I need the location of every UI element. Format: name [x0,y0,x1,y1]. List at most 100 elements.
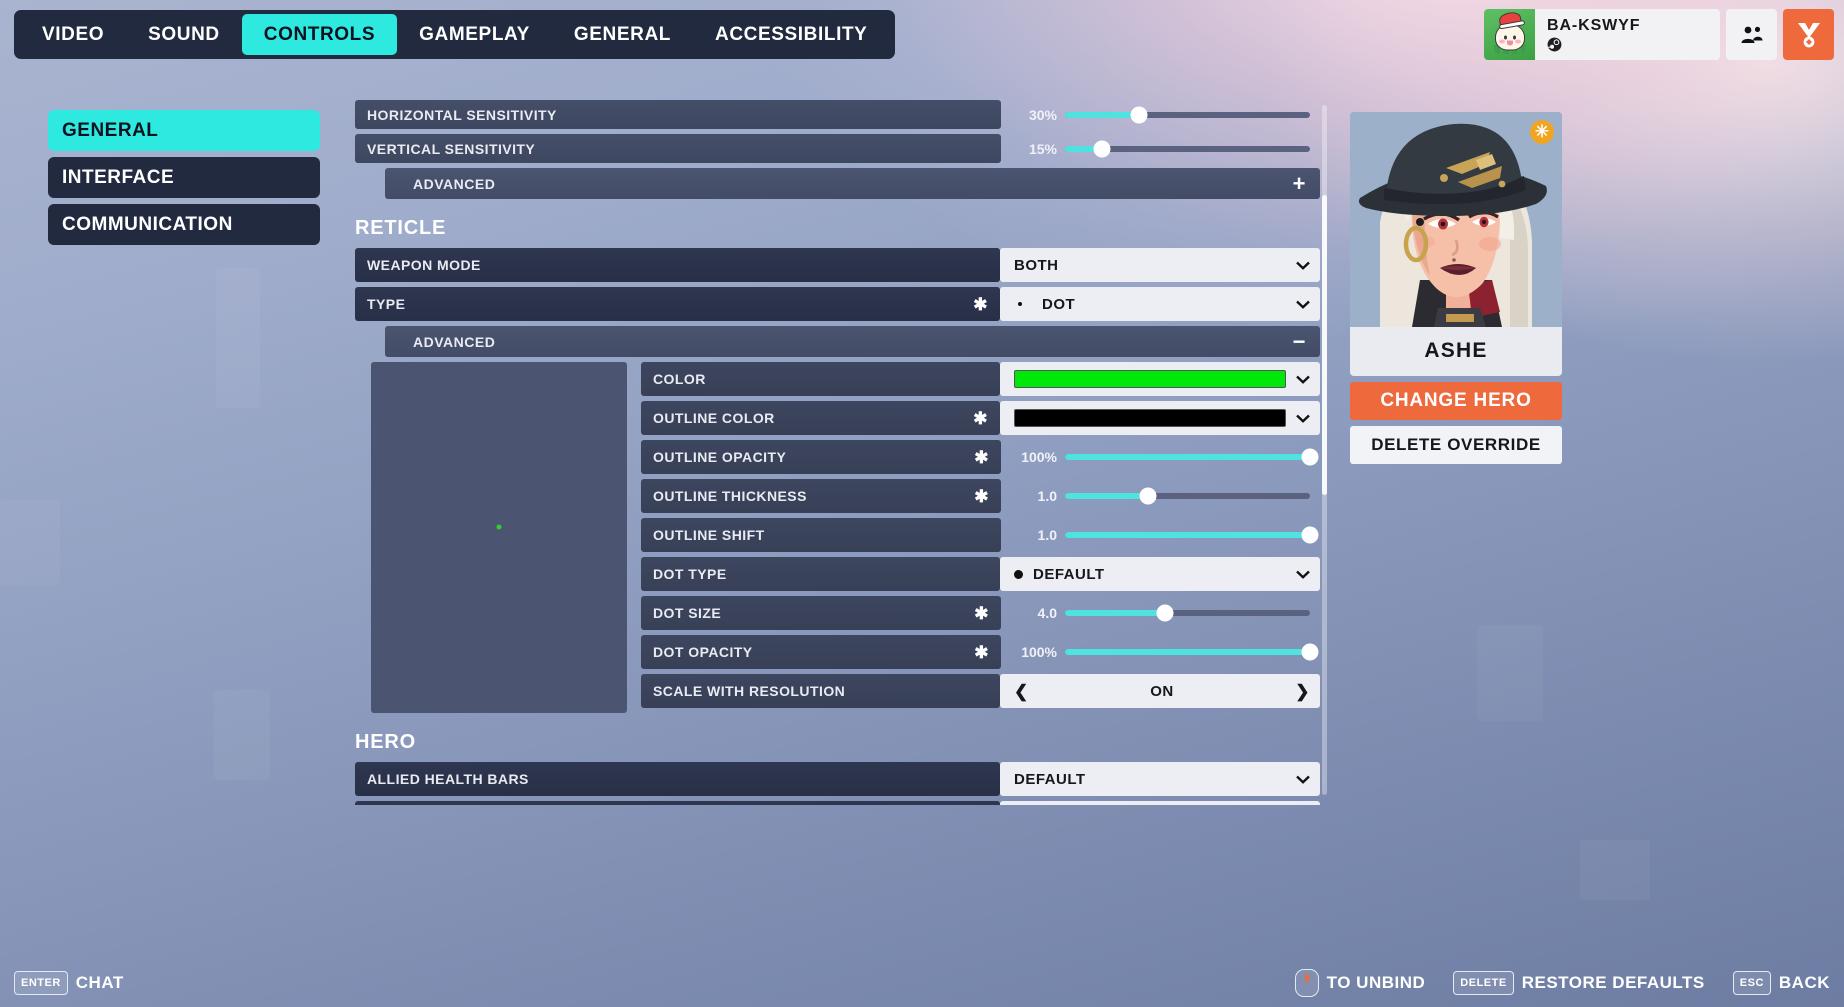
hint-restore-defaults[interactable]: DELETE RESTORE DEFAULTS [1453,971,1704,995]
settings-scroll-area[interactable]: HORIZONTAL SENSITIVITY 30% VERTICAL SENS… [355,100,1320,805]
stepper-prev-button[interactable]: ❮ [1014,683,1029,700]
reticle-preview-dot [496,524,502,530]
chevron-down-icon [1296,414,1310,423]
slider-outline-shift[interactable] [1065,518,1320,552]
slider-dot-opacity[interactable] [1065,635,1320,669]
scrollbar-thumb[interactable] [1322,195,1327,495]
row-label: SHOW FRIENDLY OUTLINES [355,801,1000,805]
setting-label: WEAPON MODE [367,257,481,273]
row-label: COLOR [641,362,1000,396]
color-swatch [1014,370,1286,388]
row-label: DOT SIZE ✱ [641,596,1001,630]
tab-accessibility[interactable]: ACCESSIBILITY [693,14,889,55]
scrollbar-track[interactable] [1322,105,1327,795]
reticle-advanced-body: COLOR OUTLINE COLOR ✱ OUTLINE OPACITY ✱ … [371,362,1320,713]
settings-scrollbar[interactable] [1322,105,1327,795]
dropdown-color[interactable] [1000,362,1320,396]
setting-label: OUTLINE THICKNESS [653,488,807,504]
accordion-sensitivity-advanced[interactable]: ADVANCED + [385,168,1320,199]
setting-value: 100% [1021,449,1057,465]
setting-row-reticle-type[interactable]: TYPE ✱ DOT [355,287,1320,321]
dropdown-weapon-mode[interactable]: BOTH [1000,248,1320,282]
key-enter: ENTER [14,971,68,995]
dropdown-value: DEFAULT [1014,770,1086,788]
setting-row-outline-color[interactable]: OUTLINE COLOR ✱ [641,401,1320,435]
change-hero-button[interactable]: CHANGE HERO [1350,382,1562,420]
setting-label: OUTLINE OPACITY [653,449,787,465]
hero-card[interactable]: ✳ ASHE [1350,112,1562,376]
slider-outline-opacity[interactable] [1065,440,1320,474]
setting-row-outline-shift[interactable]: OUTLINE SHIFT 1.0 [641,518,1320,552]
setting-value: 30% [1028,106,1057,123]
setting-label: SCALE WITH RESOLUTION [653,683,846,699]
setting-row-dot-size[interactable]: DOT SIZE ✱ 4.0 [641,596,1320,630]
row-label: SCALE WITH RESOLUTION [641,674,1000,708]
setting-label: DOT TYPE [653,566,727,582]
expand-icon: + [1292,170,1306,196]
dropdown-reticle-type[interactable]: DOT [1000,287,1320,321]
slider-horizontal-sensitivity[interactable] [1065,100,1320,129]
stepper-scale-with-resolution[interactable]: ❮ ON ❯ [1000,674,1320,708]
delete-override-button[interactable]: DELETE OVERRIDE [1350,426,1562,464]
stepper-value: ON [1150,682,1174,700]
setting-row-outline-opacity[interactable]: OUTLINE OPACITY ✱ 100% [641,440,1320,474]
setting-label: OUTLINE COLOR [653,410,775,426]
hint-chat[interactable]: ENTER CHAT [14,971,124,995]
tab-sound[interactable]: SOUND [126,14,242,55]
override-asterisk-icon: ✱ [973,408,988,428]
setting-row-color[interactable]: COLOR [641,362,1320,396]
dropdown-show-friendly-outlines[interactable]: DEFAULT [1000,801,1320,805]
ashe-portrait-art [1350,112,1562,327]
setting-value: 1.0 [1037,488,1057,504]
slider-vertical-sensitivity[interactable] [1065,134,1320,163]
slider-dot-size[interactable] [1065,596,1320,630]
sidebar-item-interface[interactable]: INTERFACE [48,157,320,198]
owl-token-button[interactable] [1783,9,1834,60]
hero-portrait: ✳ [1350,112,1562,327]
avatar [1484,9,1535,60]
accordion-reticle-advanced[interactable]: ADVANCED − [385,326,1320,357]
chevron-down-icon [1296,261,1310,270]
user-account-area: BA-KSWYF [1484,9,1834,60]
chevron-down-icon [1296,300,1310,309]
stepper-next-button[interactable]: ❯ [1295,683,1310,700]
bg-decoration [214,690,270,780]
setting-row-horizontal-sensitivity[interactable]: HORIZONTAL SENSITIVITY 30% [355,100,1320,129]
friends-icon [1741,26,1762,43]
row-label: TYPE ✱ [355,287,1000,321]
tab-gameplay[interactable]: GAMEPLAY [397,14,552,55]
friends-button[interactable] [1726,9,1777,60]
override-asterisk-icon: ✱ [974,603,989,623]
setting-row-allied-health-bars[interactable]: ALLIED HEALTH BARS DEFAULT [355,762,1320,796]
slider-outline-thickness[interactable] [1065,479,1320,513]
dropdown-value: BOTH [1014,256,1059,274]
hint-label-back: BACK [1778,973,1830,992]
setting-row-outline-thickness[interactable]: OUTLINE THICKNESS ✱ 1.0 [641,479,1320,513]
setting-row-dot-type[interactable]: DOT TYPE DEFAULT [641,557,1320,591]
tab-general[interactable]: GENERAL [552,14,693,55]
dropdown-value: DOT [1042,295,1076,313]
setting-row-scale-with-resolution[interactable]: SCALE WITH RESOLUTION ❮ ON ❯ [641,674,1320,708]
tab-video[interactable]: VIDEO [20,14,126,55]
setting-value: 15% [1028,140,1057,157]
hint-back[interactable]: ESC BACK [1732,971,1830,995]
setting-row-vertical-sensitivity[interactable]: VERTICAL SENSITIVITY 15% [355,134,1320,163]
bg-decoration [0,500,60,586]
setting-row-show-friendly-outlines[interactable]: SHOW FRIENDLY OUTLINES DEFAULT [355,801,1320,805]
hint-to-unbind[interactable]: TO UNBIND [1294,969,1426,997]
dropdown-allied-health-bars[interactable]: DEFAULT [1000,762,1320,796]
dropdown-outline-color[interactable] [1000,401,1320,435]
row-label: OUTLINE COLOR ✱ [641,401,1000,435]
row-label: OUTLINE OPACITY ✱ [641,440,1001,474]
sidebar-item-communication[interactable]: COMMUNICATION [48,204,320,245]
user-card[interactable]: BA-KSWYF [1484,9,1720,60]
setting-value: 4.0 [1037,605,1057,621]
section-header-reticle: RETICLE [355,217,447,239]
override-badge-icon: ✳ [1530,120,1554,144]
setting-row-weapon-mode[interactable]: WEAPON MODE BOTH [355,248,1320,282]
setting-row-dot-opacity[interactable]: DOT OPACITY ✱ 100% [641,635,1320,669]
dropdown-dot-type[interactable]: DEFAULT [1000,557,1320,591]
tab-controls[interactable]: CONTROLS [241,14,398,55]
sidebar-item-general[interactable]: GENERAL [48,110,320,151]
setting-value: 100% [1021,644,1057,660]
